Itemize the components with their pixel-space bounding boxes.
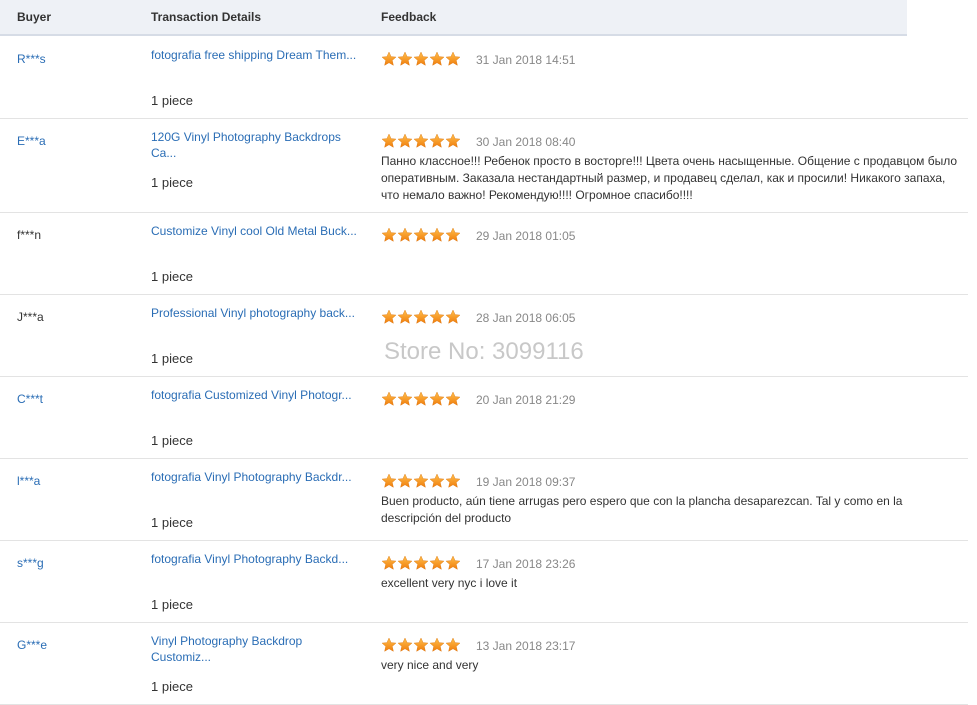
buyer-name[interactable]: C***t [17,392,43,406]
table-row: C***t fotografia Customized Vinyl Photogr… [0,376,968,459]
star-icon [381,51,397,66]
product-link[interactable]: Customize Vinyl cool Old Metal Buck... [151,223,366,239]
feedback-date: 13 Jan 2018 23:17 [476,639,576,653]
feedback-comment: very nice and very [381,658,479,672]
product-link[interactable]: 120G Vinyl Photography Backdrops Ca... [151,129,366,161]
star-icon [397,133,413,148]
feedback-comment: Buen producto, aún tiene arrugas pero es… [381,494,903,525]
feedback-date: 20 Jan 2018 21:29 [476,393,576,407]
quantity-label: 1 piece [151,597,193,612]
feedback-column-header: Feedback [381,10,437,24]
quantity-label: 1 piece [151,175,193,190]
star-rating [381,637,461,653]
star-rating [381,51,461,67]
buyer-name[interactable]: l***a [17,474,40,488]
quantity-label: 1 piece [151,679,193,694]
star-icon [413,391,429,406]
star-rating [381,473,461,489]
star-icon [445,391,461,406]
feedback-date: 31 Jan 2018 14:51 [476,53,576,67]
star-rating [381,555,461,571]
star-icon [381,309,397,324]
star-icon [397,637,413,652]
feedback-date: 28 Jan 2018 06:05 [476,311,576,325]
quantity-label: 1 piece [151,433,193,448]
table-row: R***s fotografia free shipping Dream Them… [0,36,968,119]
product-link[interactable]: Professional Vinyl photography back... [151,305,366,321]
star-icon [381,391,397,406]
star-icon [397,555,413,570]
buyer-name: J***a [17,310,44,324]
product-link[interactable]: fotografia Vinyl Photography Backdr... [151,469,366,485]
quantity-label: 1 piece [151,269,193,284]
store-watermark: Store No: 3099116 [384,338,584,365]
transaction-column-header: Transaction Details [151,10,262,24]
star-icon [413,637,429,652]
star-rating [381,227,461,243]
star-icon [381,227,397,242]
star-rating [381,133,461,149]
star-icon [381,555,397,570]
star-icon [397,309,413,324]
buyer-name[interactable]: E***a [17,134,46,148]
table-row: l***a fotografia Vinyl Photography Backdr… [0,458,968,541]
buyer-name: f***n [17,228,42,242]
star-icon [381,473,397,488]
quantity-label: 1 piece [151,93,193,108]
product-link[interactable]: fotografia Customized Vinyl Photogr... [151,387,366,403]
star-icon [413,473,429,488]
table-row: f***n Customize Vinyl cool Old Metal Buck… [0,212,968,295]
buyer-name[interactable]: R***s [17,52,46,66]
star-icon [413,555,429,570]
quantity-label: 1 piece [151,351,193,366]
star-icon [429,309,445,324]
star-icon [413,309,429,324]
star-icon [397,227,413,242]
star-icon [429,133,445,148]
buyer-column-header: Buyer [17,10,52,24]
star-icon [381,637,397,652]
star-icon [445,473,461,488]
star-icon [413,51,429,66]
star-icon [429,51,445,66]
feedback-date: 29 Jan 2018 01:05 [476,229,576,243]
star-icon [397,391,413,406]
star-icon [397,473,413,488]
feedback-date: 30 Jan 2018 08:40 [476,135,576,149]
star-icon [445,309,461,324]
table-row: E***a 120G Vinyl Photography Backdrops Ca… [0,118,968,213]
star-icon [429,473,445,488]
star-icon [445,637,461,652]
star-icon [413,227,429,242]
feedback-date: 19 Jan 2018 09:37 [476,475,576,489]
star-icon [429,555,445,570]
star-icon [445,133,461,148]
buyer-name[interactable]: s***g [17,556,44,570]
quantity-label: 1 piece [151,515,193,530]
star-icon [397,51,413,66]
buyer-name[interactable]: G***e [17,638,47,652]
star-icon [429,637,445,652]
feedback-comment: Панно классное!!! Ребенок просто в восто… [381,154,958,202]
product-link[interactable]: Vinyl Photography Backdrop Customiz... [151,633,366,665]
feedback-date: 17 Jan 2018 23:26 [476,557,576,571]
feedback-comment: excellent very nyc i love it [381,576,518,590]
star-icon [445,227,461,242]
star-rating [381,391,461,407]
table-row: G***e Vinyl Photography Backdrop Customiz… [0,622,968,705]
table-row: s***g fotografia Vinyl Photography Backd.… [0,540,968,623]
star-icon [445,555,461,570]
feedback-table-header: Buyer Transaction Details Feedback [0,0,907,36]
star-rating [381,309,461,325]
product-link[interactable]: fotografia Vinyl Photography Backd... [151,551,366,567]
product-link[interactable]: fotografia free shipping Dream Them... [151,47,366,63]
star-icon [381,133,397,148]
star-icon [429,227,445,242]
star-icon [429,391,445,406]
star-icon [445,51,461,66]
star-icon [413,133,429,148]
